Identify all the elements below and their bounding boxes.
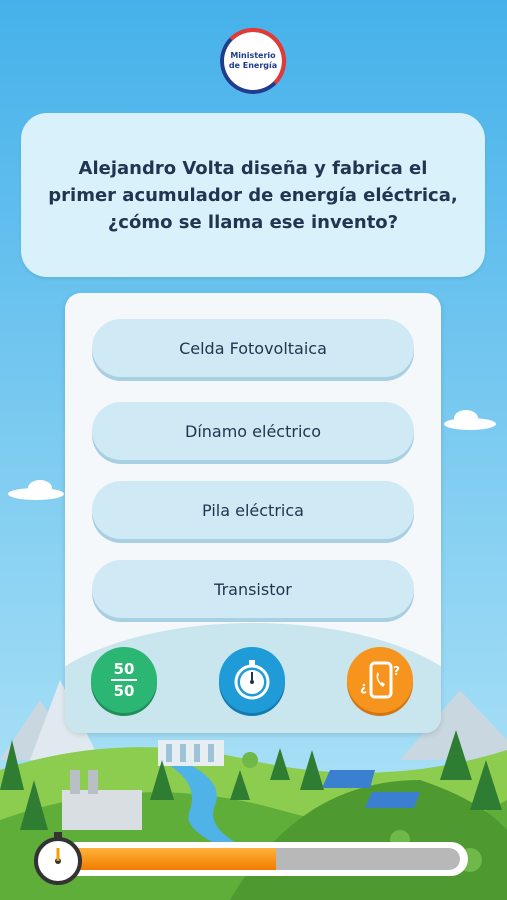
extra-time-button[interactable] [219,647,285,713]
fifty-fifty-icon: 50 50 [111,660,137,700]
answer-option-3[interactable]: Pila eléctrica [92,481,414,539]
answer-option-1[interactable]: Celda Fotovoltaica [92,319,414,377]
answers-card: Celda Fotovoltaica Dínamo eléctrico Pila… [65,293,441,733]
svg-text:?: ? [393,664,400,678]
question-box: Alejandro Volta diseña y fabrica el prim… [21,113,485,277]
logo-text: Ministerio de Energía [228,51,278,70]
answer-option-4[interactable]: Transistor [92,560,414,618]
answer-option-2[interactable]: Dínamo eléctrico [92,402,414,460]
stopwatch-icon [34,832,82,885]
phone-call-icon: ¿ ? [360,661,400,699]
phone-call-button[interactable]: ¿ ? [347,647,413,713]
time-bar [20,828,468,888]
question-text: Alejandro Volta diseña y fabrica el prim… [48,157,458,233]
svg-text:¿: ¿ [360,680,367,694]
stopwatch-icon [234,660,270,700]
time-bar-background [68,848,460,870]
ministerio-energia-logo: Ministerio de Energía [220,28,286,94]
fifty-fifty-button[interactable]: 50 50 [91,647,157,713]
time-bar-fill [68,848,276,870]
